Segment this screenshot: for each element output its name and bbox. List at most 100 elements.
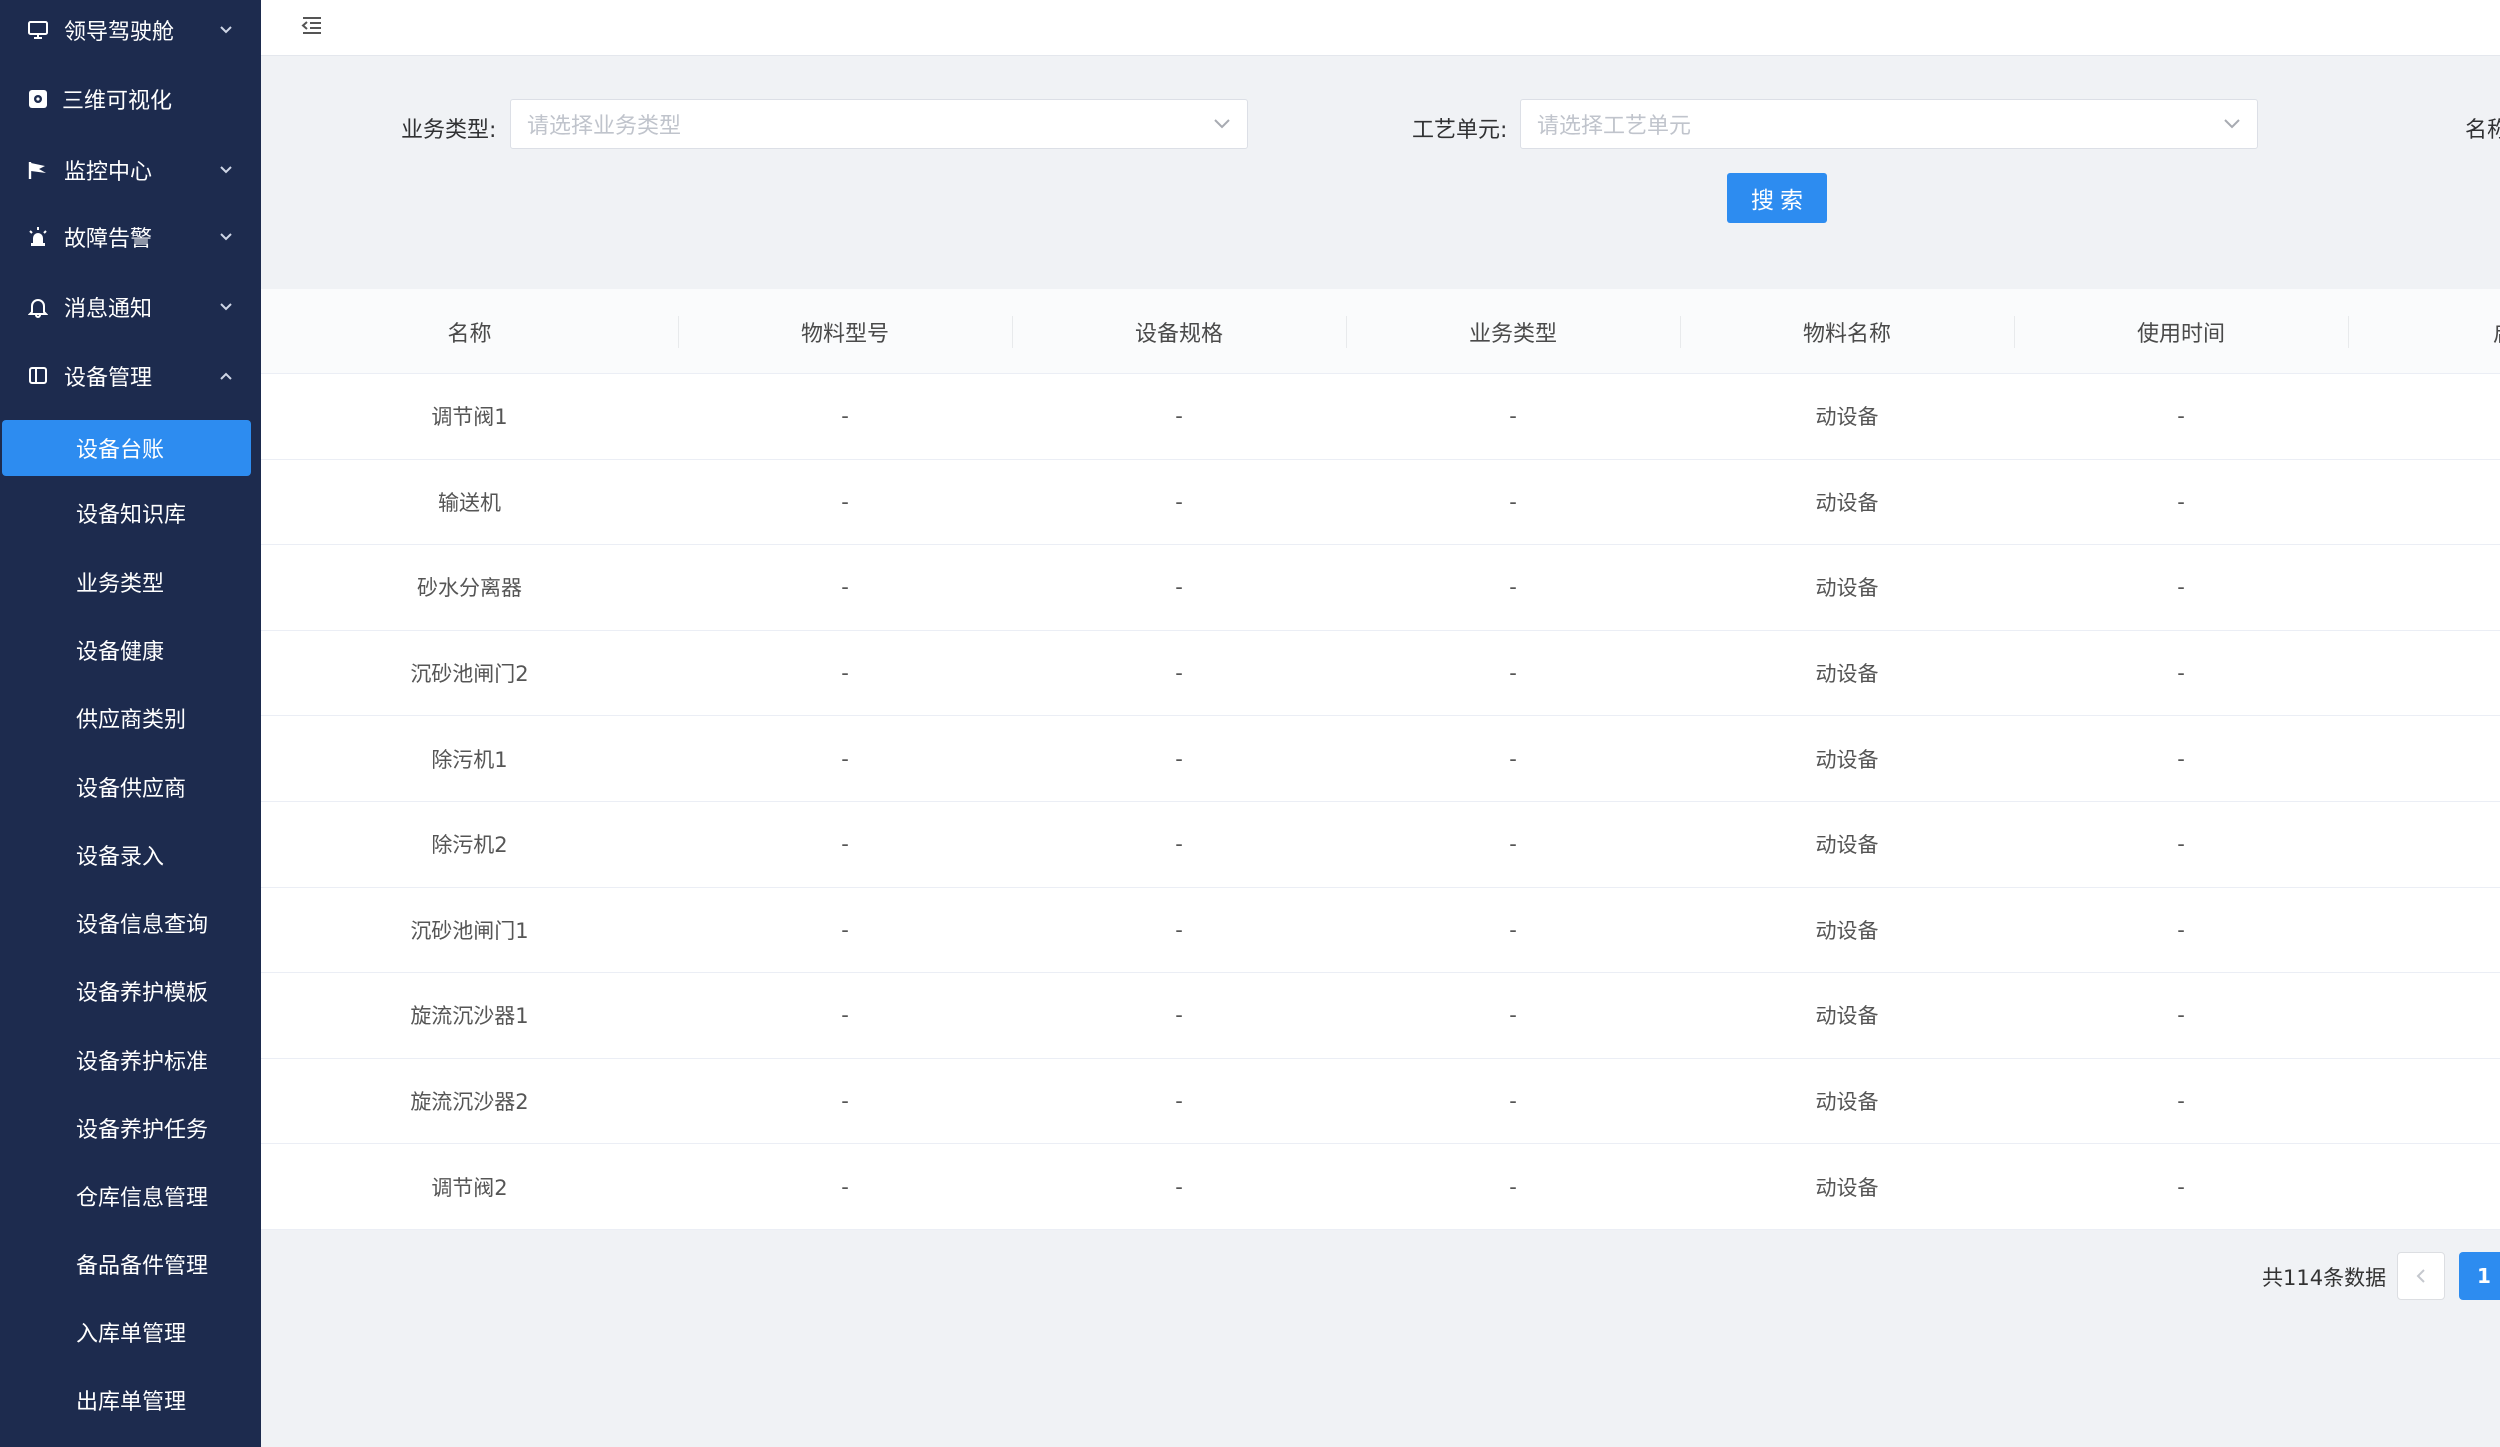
cell-material-name: 动设备 (1815, 918, 1879, 943)
cell-business-type: - (1509, 1003, 1517, 1028)
menu-item-leader-cockpit[interactable]: 领导驾驶舱 (0, 0, 261, 60)
cell-business-type: - (1509, 575, 1517, 600)
business-type-select[interactable]: 请选择业务类型 (510, 99, 1248, 149)
search-button[interactable]: 搜索 (1727, 173, 1827, 223)
sub-item-label: 业务类型 (76, 572, 165, 597)
table-row[interactable]: 沉砂池闸门1 - - - 动设备 - (261, 887, 2500, 974)
table-row[interactable]: 沉砂池闸门2 - - - 动设备 - (261, 630, 2500, 717)
select-placeholder: 请选择工艺单元 (1537, 114, 1692, 139)
menu-item-device-management[interactable]: 设备管理 (0, 346, 261, 406)
table-row[interactable]: 调节阀2 - - - 动设备 - (261, 1144, 2500, 1230)
column-header-business-type: 业务类型 (1468, 321, 1557, 347)
sub-item-maintenance-standard[interactable]: 设备养护标准 (0, 1032, 261, 1088)
sub-item-outbound-orders[interactable]: 出库单管理 (0, 1372, 261, 1428)
cell-device-spec: - (1175, 832, 1183, 857)
cell-business-type: - (1509, 832, 1517, 857)
cell-material-name: 动设备 (1815, 833, 1879, 858)
sub-item-inbound-orders[interactable]: 入库单管理 (0, 1304, 261, 1360)
cell-device-spec: - (1175, 1003, 1183, 1028)
cell-material-model: - (841, 575, 849, 600)
cell-material-name: 动设备 (1815, 1175, 1879, 1200)
cell-name: 除污机2 (431, 833, 508, 858)
prev-page-button[interactable] (2397, 1252, 2445, 1300)
cell-device-spec: - (1175, 1174, 1183, 1199)
cell-business-type: - (1509, 661, 1517, 686)
process-unit-label: 工艺单元: (1412, 118, 1508, 143)
menu-fold-icon[interactable] (297, 12, 327, 38)
cell-device-spec: - (1175, 746, 1183, 771)
cell-device-spec: - (1175, 489, 1183, 514)
page-number-current[interactable]: 1 (2459, 1252, 2500, 1300)
cell-material-model: - (841, 404, 849, 429)
menu-label: 消息通知 (64, 297, 153, 322)
select-placeholder: 请选择业务类型 (527, 114, 682, 139)
cell-material-model: - (841, 1089, 849, 1114)
sub-item-maintenance-task[interactable]: 设备养护任务 (0, 1100, 261, 1156)
sub-item-maintenance-template[interactable]: 设备养护模板 (0, 963, 261, 1019)
cell-material-model: - (841, 489, 849, 514)
menu-item-3d-visualization[interactable]: 三维可视化 (0, 69, 261, 129)
cell-material-model: - (841, 746, 849, 771)
menu-label: 三维可视化 (62, 89, 173, 114)
cell-usage-time: - (2177, 746, 2185, 771)
sub-item-warehouse-info[interactable]: 仓库信息管理 (0, 1168, 261, 1224)
table-row[interactable]: 输送机 - - - 动设备 - (261, 459, 2500, 546)
cell-device-spec: - (1175, 917, 1183, 942)
sub-item-label: 出库单管理 (76, 1390, 187, 1415)
menu-item-fault-alarm[interactable]: 故障告警 (0, 207, 261, 267)
monitor-icon (26, 18, 50, 42)
sub-item-label: 设备养护模板 (76, 981, 209, 1006)
cell-device-spec: - (1175, 575, 1183, 600)
cell-business-type: - (1509, 489, 1517, 514)
menu-item-message-notify[interactable]: 消息通知 (0, 277, 261, 337)
top-bar (261, 0, 2500, 56)
column-header-device-spec: 设备规格 (1134, 321, 1223, 347)
cell-name: 调节阀1 (431, 405, 508, 430)
cell-business-type: - (1509, 1089, 1517, 1114)
table-row[interactable]: 旋流沉沙器1 - - - 动设备 - (261, 973, 2500, 1059)
sub-item-device-entry[interactable]: 设备录入 (0, 827, 261, 883)
cell-device-spec: - (1175, 404, 1183, 429)
flag-icon (26, 158, 50, 182)
menu-item-monitor-center[interactable]: 监控中心 (0, 140, 261, 200)
sub-item-label: 入库单管理 (76, 1322, 187, 1347)
table-row[interactable]: 旋流沉沙器2 - - - 动设备 - (261, 1058, 2500, 1145)
sub-item-device-supplier[interactable]: 设备供应商 (0, 759, 261, 815)
cell-name: 旋流沉沙器1 (410, 1004, 529, 1029)
table-row[interactable]: 砂水分离器 - - - 动设备 - (261, 545, 2500, 631)
menu-label: 监控中心 (64, 160, 153, 185)
sidebar: 领导驾驶舱 三维可视化 监控中心 故障告警 消息通知 设备管理 设备台账 设备知… (0, 0, 261, 1447)
chevron-up-icon (218, 368, 234, 384)
table-row[interactable]: 除污机2 - - - 动设备 - (261, 802, 2500, 888)
cell-name: 输送机 (438, 490, 501, 515)
table-row[interactable]: 除污机1 - - - 动设备 - (261, 716, 2500, 802)
sub-item-business-type[interactable]: 业务类型 (0, 554, 261, 610)
search-form: 业务类型: 请选择业务类型 工艺单元: 请选择工艺单元 名称 搜索 (261, 57, 2500, 289)
chevron-down-icon (1211, 113, 1233, 135)
cell-material-model: - (841, 1174, 849, 1199)
chevron-down-icon (2221, 113, 2243, 135)
cell-business-type: - (1509, 917, 1517, 942)
cell-material-model: - (841, 832, 849, 857)
sub-item-device-knowledge[interactable]: 设备知识库 (0, 485, 261, 541)
cell-business-type: - (1509, 404, 1517, 429)
cell-material-model: - (841, 917, 849, 942)
cell-usage-time: - (2177, 575, 2185, 600)
business-type-label: 业务类型: (401, 118, 497, 143)
cell-usage-time: - (2177, 1003, 2185, 1028)
sub-item-device-info-query[interactable]: 设备信息查询 (0, 895, 261, 951)
sub-item-label: 设备养护标准 (76, 1050, 209, 1075)
cell-usage-time: - (2177, 917, 2185, 942)
sub-item-spare-parts[interactable]: 备品备件管理 (0, 1236, 261, 1292)
cell-material-model: - (841, 661, 849, 686)
name-label: 名称 (2465, 118, 2500, 143)
table-row[interactable]: 调节阀1 - - - 动设备 - (261, 374, 2500, 460)
sub-item-device-ledger[interactable]: 设备台账 (0, 420, 261, 476)
sub-item-supplier-category[interactable]: 供应商类别 (0, 690, 261, 746)
cell-device-spec: - (1175, 661, 1183, 686)
cell-name: 调节阀2 (431, 1175, 508, 1200)
sub-item-label: 设备知识库 (76, 503, 187, 528)
process-unit-select[interactable]: 请选择工艺单元 (1520, 99, 2258, 149)
sub-item-label: 供应商类别 (76, 708, 187, 733)
sub-item-device-health[interactable]: 设备健康 (0, 622, 261, 678)
